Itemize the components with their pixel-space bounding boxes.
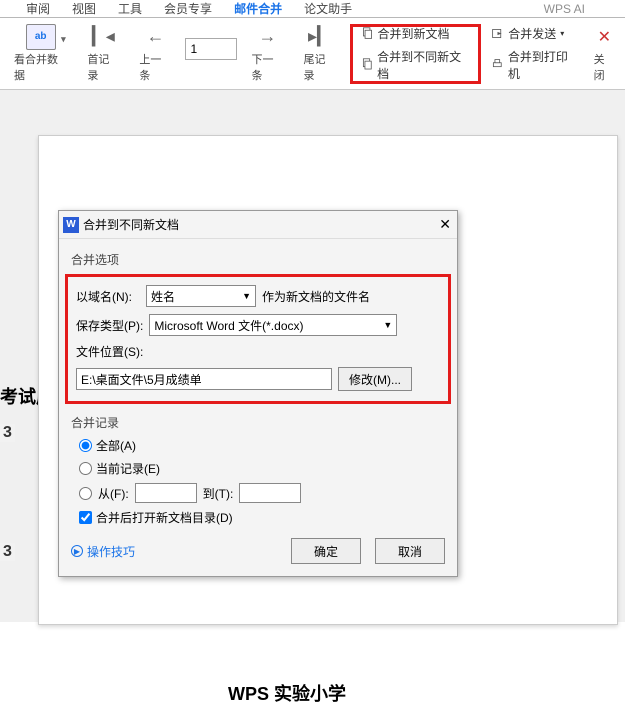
records-from-label: 从(F):: [98, 485, 129, 502]
merge-records-label: 合并记录: [71, 414, 445, 431]
menu-view[interactable]: 视图: [72, 0, 96, 17]
dialog-titlebar: W 合并到不同新文档 ✕: [59, 211, 457, 239]
next-icon: →: [258, 26, 276, 47]
operation-tips-link[interactable]: ▶ 操作技巧: [71, 543, 135, 560]
close-x-icon: ✕: [598, 27, 611, 47]
merge-send-button[interactable]: 合并发送 ▾: [491, 25, 577, 42]
menu-tools[interactable]: 工具: [118, 0, 142, 17]
side-number-1: 3: [0, 424, 15, 442]
prev-icon: ←: [146, 26, 164, 47]
records-all-label: 全部(A): [96, 437, 136, 454]
file-location-input[interactable]: [76, 368, 332, 390]
options-highlight-box: 以域名(N): 姓名▼ 作为新文档的文件名 保存类型(P): Microsoft…: [65, 274, 451, 404]
records-range-radio[interactable]: [79, 487, 92, 500]
chevron-down-icon: ▾: [560, 29, 564, 38]
merge-options-label: 合并选项: [71, 251, 445, 268]
filename-hint-text: 作为新文档的文件名: [262, 288, 370, 305]
print-icon: [491, 58, 504, 72]
first-record-button[interactable]: ▎◂ 首记录: [77, 18, 129, 89]
menu-review[interactable]: 审阅: [26, 0, 50, 17]
modify-path-button[interactable]: 修改(M)...: [338, 367, 412, 391]
records-to-input[interactable]: [239, 483, 301, 503]
last-icon: ▸▎: [308, 26, 331, 47]
records-current-radio[interactable]: [79, 462, 92, 475]
wps-app-icon: W: [63, 217, 79, 233]
menu-member[interactable]: 会员专享: [164, 0, 212, 17]
dialog-title-text: 合并到不同新文档: [83, 216, 179, 233]
menu-thesis[interactable]: 论文助手: [304, 0, 352, 17]
menu-mailmerge[interactable]: 邮件合并: [234, 0, 282, 17]
doc-copy-icon: [361, 58, 374, 72]
send-icon: [491, 27, 504, 41]
play-icon: ▶: [71, 545, 83, 557]
menu-bar: 审阅 视图 工具 会员专享 邮件合并 论文助手 WPS AI: [0, 0, 625, 18]
merge-to-new-doc-button[interactable]: 合并到新文档: [361, 25, 471, 42]
wps-ai-label[interactable]: WPS AI: [544, 2, 585, 16]
merge-buttons-highlight: 合并到新文档 合并到不同新文档: [350, 24, 482, 84]
record-number-input[interactable]: [185, 38, 237, 60]
first-icon: ▎◂: [92, 26, 115, 47]
records-to-label: 到(T):: [203, 485, 234, 502]
chevron-down-icon: ▼: [242, 291, 251, 301]
file-location-label: 文件位置(S):: [76, 343, 143, 360]
chevron-down-icon: ▼: [383, 320, 392, 330]
doc-copy-icon: [361, 27, 374, 41]
view-merge-data-button[interactable]: ab 看合并数据: [4, 18, 77, 89]
field-name-dropdown[interactable]: 姓名▼: [146, 285, 256, 307]
prev-record-button[interactable]: ← 上一条: [129, 18, 181, 89]
document-title: WPS 实验小学: [228, 680, 346, 706]
close-mailmerge-button[interactable]: ✕ 关闭: [584, 18, 625, 89]
records-current-label: 当前记录(E): [96, 460, 160, 477]
merge-to-diff-new-doc-button[interactable]: 合并到不同新文档: [361, 48, 471, 82]
next-record-button[interactable]: → 下一条: [241, 18, 293, 89]
save-type-label: 保存类型(P):: [76, 317, 143, 334]
dialog-close-button[interactable]: ✕: [439, 216, 451, 233]
records-from-input[interactable]: [135, 483, 197, 503]
open-after-merge-label: 合并后打开新文档目录(D): [96, 509, 233, 526]
save-type-dropdown[interactable]: Microsoft Word 文件(*.docx)▼: [149, 314, 397, 336]
merge-print-button[interactable]: 合并到打印机: [491, 48, 577, 82]
open-after-merge-checkbox[interactable]: [79, 511, 92, 524]
merge-dialog: W 合并到不同新文档 ✕ 合并选项 以域名(N): 姓名▼ 作为新文档的文件名 …: [58, 210, 458, 577]
last-record-button[interactable]: ▸▎ 尾记录: [293, 18, 345, 89]
cancel-button[interactable]: 取消: [375, 538, 445, 564]
ok-button[interactable]: 确定: [291, 538, 361, 564]
data-grid-icon: ab: [26, 24, 56, 50]
field-name-label: 以域名(N):: [76, 288, 140, 305]
ribbon-toolbar: ab 看合并数据 ▎◂ 首记录 ← 上一条 → 下一条 ▸▎ 尾记录 合并到新文…: [0, 18, 625, 90]
side-number-2: 3: [0, 543, 15, 561]
records-all-radio[interactable]: [79, 439, 92, 452]
